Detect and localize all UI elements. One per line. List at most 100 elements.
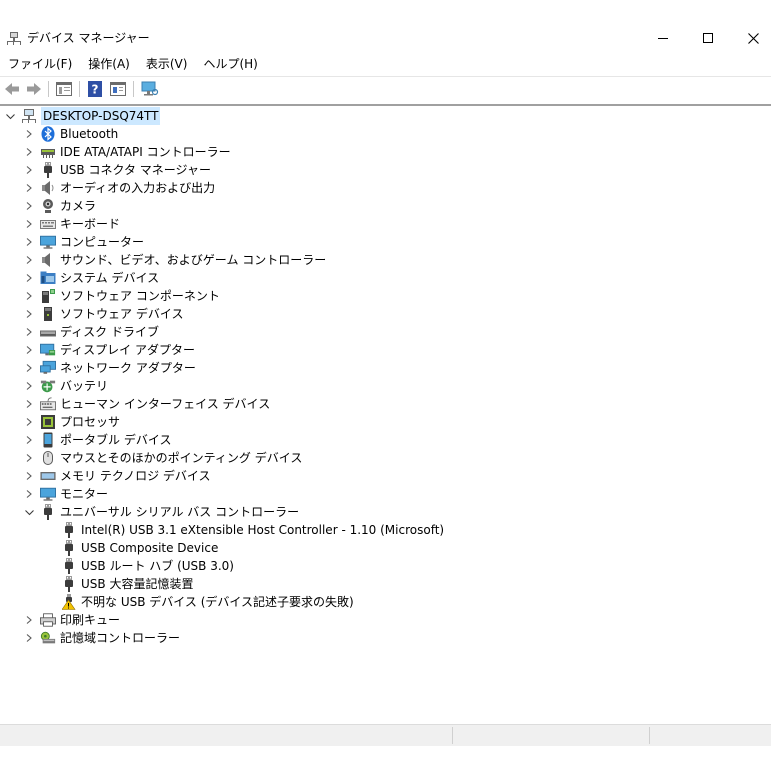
- menu-view[interactable]: 表示(V): [138, 54, 196, 74]
- tree-category[interactable]: マウスとそのほかのポインティング デバイス: [24, 449, 302, 467]
- properties-icon[interactable]: [53, 80, 75, 98]
- tree-category[interactable]: USB コネクタ マネージャー: [24, 161, 211, 179]
- tree-device[interactable]: Intel(R) USB 3.1 eXtensible Host Control…: [61, 521, 444, 539]
- chevron-right-icon[interactable]: [24, 183, 34, 193]
- chevron-right-icon[interactable]: [24, 453, 34, 463]
- help-icon[interactable]: ?: [84, 80, 106, 98]
- chevron-right-icon[interactable]: [24, 615, 34, 625]
- tree-item-label: 印刷キュー: [60, 613, 121, 627]
- chevron-down-icon[interactable]: [24, 507, 34, 517]
- chevron-right-icon[interactable]: [24, 309, 34, 319]
- usb-plug-icon: [61, 522, 77, 538]
- tree-item-label: IDE ATA/ATAPI コントローラー: [60, 145, 231, 159]
- tree-category[interactable]: 記憶域コントローラー: [24, 629, 180, 647]
- tree-device[interactable]: USB Composite Device: [61, 539, 218, 557]
- tree-item-label: DESKTOP-DSQ74TT: [41, 107, 161, 125]
- tree-category[interactable]: ソフトウェア デバイス: [24, 305, 183, 323]
- chevron-right-icon[interactable]: [24, 273, 34, 283]
- tree-category[interactable]: メモリ テクノロジ デバイス: [24, 467, 211, 485]
- toolbar-divider: [79, 81, 80, 97]
- tree-category[interactable]: ユニバーサル シリアル バス コントローラー: [24, 503, 299, 521]
- chevron-right-icon[interactable]: [24, 327, 34, 337]
- tree-category[interactable]: ソフトウェア コンポーネント: [24, 287, 220, 305]
- chevron-right-icon[interactable]: [24, 399, 34, 409]
- usb-plug-icon: [61, 540, 77, 556]
- tree-category[interactable]: IDE ATA/ATAPI コントローラー: [24, 143, 231, 161]
- usb-plug-icon: [61, 558, 77, 574]
- chevron-right-icon[interactable]: [24, 345, 34, 355]
- tree-root-computer[interactable]: DESKTOP-DSQ74TT: [5, 107, 161, 125]
- tree-category[interactable]: プロセッサ: [24, 413, 120, 431]
- device-tree[interactable]: DESKTOP-DSQ74TT Bluetooth IDE ATA/ATAPI コン…: [0, 107, 771, 722]
- driver-details-icon[interactable]: [107, 80, 129, 98]
- status-divider: [452, 727, 453, 744]
- chevron-right-icon[interactable]: [24, 201, 34, 211]
- battery-icon: [40, 378, 56, 394]
- chevron-right-icon[interactable]: [24, 363, 34, 373]
- tree-item-label: ネットワーク アダプター: [60, 361, 196, 375]
- tree-category[interactable]: モニター: [24, 485, 108, 503]
- tree-category[interactable]: ディスク ドライブ: [24, 323, 159, 341]
- menu-action[interactable]: 操作(A): [80, 54, 138, 74]
- tree-item-label: 不明な USB デバイス (デバイス記述子要求の失敗): [81, 595, 354, 609]
- tree-category[interactable]: キーボード: [24, 215, 120, 233]
- chevron-right-icon[interactable]: [24, 489, 34, 499]
- tree-item-label: ヒューマン インターフェイス デバイス: [60, 397, 271, 411]
- maximize-button[interactable]: [685, 24, 731, 52]
- mouse-icon: [40, 450, 56, 466]
- chevron-right-icon[interactable]: [24, 381, 34, 391]
- tree-category[interactable]: オーディオの入力および出力: [24, 179, 215, 197]
- keyboard-icon: [40, 216, 56, 232]
- warning-usb-icon: [61, 594, 77, 610]
- tree-category[interactable]: 印刷キュー: [24, 611, 120, 629]
- tree-device[interactable]: USB ルート ハブ (USB 3.0): [61, 557, 234, 575]
- chevron-down-icon[interactable]: [5, 111, 15, 121]
- tree-item-label: ユニバーサル シリアル バス コントローラー: [60, 505, 300, 519]
- tree-device[interactable]: 不明な USB デバイス (デバイス記述子要求の失敗): [61, 593, 354, 611]
- chevron-right-icon[interactable]: [24, 633, 34, 643]
- tree-category[interactable]: ディスプレイ アダプター: [24, 341, 195, 359]
- tree-item-label: USB 大容量記憶装置: [81, 577, 194, 591]
- tree-category[interactable]: バッテリ: [24, 377, 108, 395]
- menu-divider: [0, 76, 771, 77]
- tree-category[interactable]: システム デバイス: [24, 269, 159, 287]
- device-manager-icon: [6, 30, 22, 46]
- tree-category[interactable]: コンピューター: [24, 233, 144, 251]
- chevron-right-icon[interactable]: [24, 255, 34, 265]
- chevron-right-icon[interactable]: [24, 417, 34, 427]
- toolbar-divider: [48, 81, 49, 97]
- chevron-right-icon[interactable]: [24, 129, 34, 139]
- menu-help[interactable]: ヘルプ(H): [195, 54, 265, 74]
- storage-controller-icon: [40, 630, 56, 646]
- chevron-right-icon[interactable]: [24, 147, 34, 157]
- tree-category[interactable]: ネットワーク アダプター: [24, 359, 196, 377]
- tree-item-label: 記憶域コントローラー: [60, 631, 181, 645]
- memory-icon: [40, 468, 56, 484]
- chevron-right-icon[interactable]: [24, 471, 34, 481]
- close-button[interactable]: [730, 24, 771, 52]
- portable-device-icon: [40, 432, 56, 448]
- scan-hardware-icon[interactable]: [139, 80, 161, 98]
- chevron-right-icon[interactable]: [24, 165, 34, 175]
- chevron-right-icon[interactable]: [24, 291, 34, 301]
- menu-file[interactable]: ファイル(F): [0, 54, 80, 74]
- minimize-button[interactable]: [640, 24, 686, 52]
- tree-item-label: USB Composite Device: [81, 541, 219, 555]
- computer-icon: [40, 234, 56, 250]
- tree-category[interactable]: サウンド、ビデオ、およびゲーム コントローラー: [24, 251, 326, 269]
- back-icon[interactable]: [1, 80, 23, 98]
- tree-item-label: Bluetooth: [60, 127, 119, 141]
- processor-icon: [40, 414, 56, 430]
- chevron-right-icon[interactable]: [24, 435, 34, 445]
- chevron-right-icon[interactable]: [24, 237, 34, 247]
- chevron-right-icon[interactable]: [24, 219, 34, 229]
- forward-icon[interactable]: [23, 80, 45, 98]
- toolbar: ?: [0, 78, 771, 100]
- software-device-icon: [40, 306, 56, 322]
- tree-category[interactable]: カメラ: [24, 197, 96, 215]
- tree-category[interactable]: ポータブル デバイス: [24, 431, 171, 449]
- tree-category[interactable]: Bluetooth: [24, 125, 118, 143]
- tree-device[interactable]: USB 大容量記憶装置: [61, 575, 193, 593]
- tree-item-label: ソフトウェア コンポーネント: [60, 289, 220, 303]
- tree-category[interactable]: ヒューマン インターフェイス デバイス: [24, 395, 270, 413]
